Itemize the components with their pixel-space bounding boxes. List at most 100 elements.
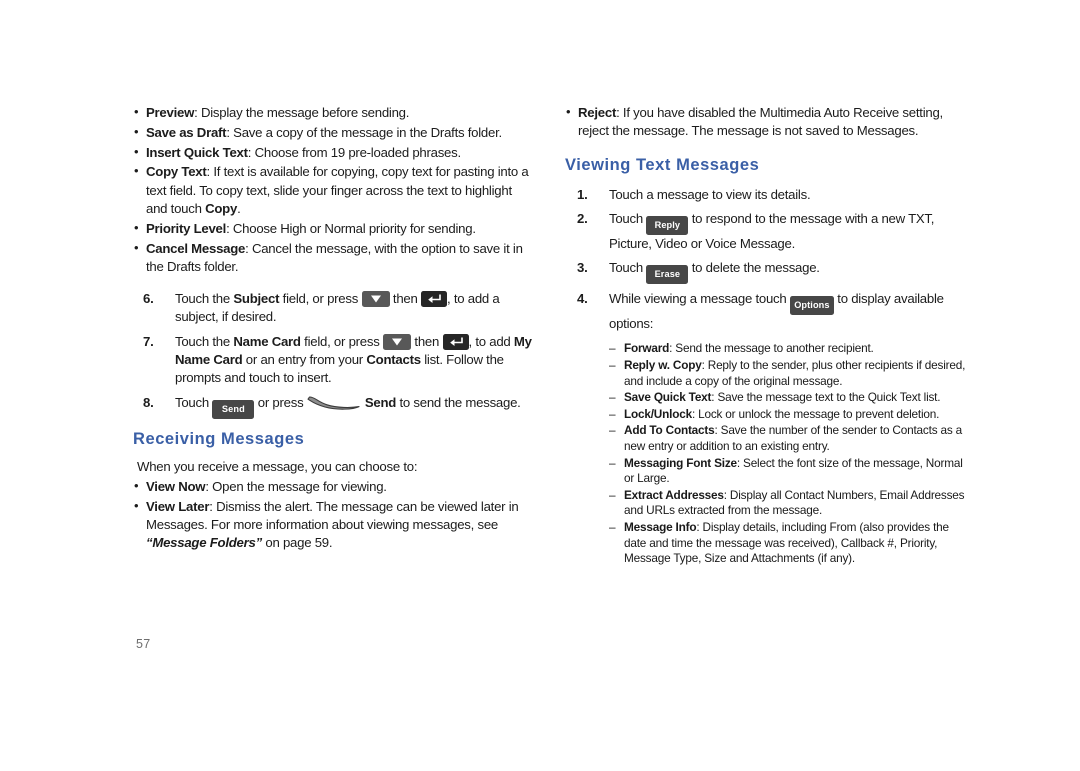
list-item-preview: Preview: Display the message before send… <box>133 103 533 122</box>
step-text: Touch <box>609 210 647 226</box>
list-item-view-later: View Later: Dismiss the alert. The messa… <box>133 497 533 553</box>
list-item-cancel-message: Cancel Message: Cancel the message, with… <box>133 239 533 277</box>
option-term: View Later <box>146 498 210 514</box>
step-text: Touch the <box>175 333 234 349</box>
step-6: 6. Touch the Subject field, or press the… <box>133 290 533 327</box>
separator: : <box>245 240 252 256</box>
compose-steps-list: 6. Touch the Subject field, or press the… <box>133 290 533 419</box>
option-term: Priority Level <box>146 220 227 236</box>
step-text: to delete the message. <box>688 260 820 276</box>
option-text: Save the message text to the Quick Text … <box>717 390 941 405</box>
separator: : <box>247 144 255 160</box>
separator: : <box>226 220 233 236</box>
option-term: Forward <box>624 341 670 356</box>
list-item-forward: Forward: Send the message to another rec… <box>609 341 970 357</box>
step-1: 1. Touch a message to view its details. <box>565 186 970 204</box>
option-term: Preview <box>146 105 195 120</box>
option-text: Choose High or Normal priority for sendi… <box>232 220 476 236</box>
step-text: Touch a message to view its details. <box>609 186 811 202</box>
option-term: Cancel Message <box>146 240 246 256</box>
option-term: Insert Quick Text <box>146 144 248 160</box>
send-button[interactable]: Send <box>212 399 255 419</box>
enter-key-icon <box>442 333 469 350</box>
page-number: 57 <box>136 637 151 651</box>
cross-reference-page: on page 59. <box>261 535 333 551</box>
option-term: Save as Draft <box>146 124 227 140</box>
option-text: Choose from 19 pre-loaded phrases. <box>254 144 462 160</box>
option-term: Copy Text <box>146 164 207 180</box>
list-item-reject: Reject: If you have disabled the Multime… <box>565 103 970 141</box>
erase-button[interactable]: Erase <box>646 265 689 285</box>
option-term: Reject <box>578 105 617 120</box>
step-number: 8. <box>143 394 154 410</box>
list-item-reply-w-copy: Reply w. Copy: Reply to the sender, plus… <box>609 358 970 389</box>
step-text: to send the message. <box>396 394 521 410</box>
option-text: Lock or unlock the message to prevent de… <box>698 406 940 421</box>
separator: : <box>616 105 623 120</box>
manual-page: Preview: Display the message before send… <box>0 0 1080 771</box>
step-text: then <box>389 291 421 307</box>
list-item-priority-level: Priority Level: Choose High or Normal pr… <box>133 219 533 238</box>
list-item-lock-unlock: Lock/Unlock: Lock or unlock the message … <box>609 407 970 423</box>
step-number: 3. <box>577 260 588 276</box>
step-number: 4. <box>577 291 588 307</box>
separator: : <box>194 105 201 120</box>
step-8: 8. Touch Send or press Send to send the … <box>133 394 533 419</box>
enter-key-icon <box>421 291 447 308</box>
navigation-down-key-icon <box>383 333 411 350</box>
ui-label-name-card: Name Card <box>233 333 301 349</box>
section-heading-receiving-messages: Receiving Messages <box>133 429 305 448</box>
left-column: Preview: Display the message before send… <box>133 103 533 554</box>
options-button[interactable]: Options <box>789 296 834 316</box>
list-item-add-to-contacts: Add To Contacts: Save the number of the … <box>609 423 970 454</box>
list-item-message-info: Message Info: Display details, including… <box>609 520 970 567</box>
list-item-save-quick-text: Save Quick Text: Save the message text t… <box>609 390 970 406</box>
list-item-messaging-font-size: Messaging Font Size: Select the font siz… <box>609 456 970 487</box>
section-heading-viewing-text-messages: Viewing Text Messages <box>565 155 760 174</box>
send-soft-key-icon <box>307 395 361 410</box>
ui-label-contacts: Contacts <box>366 352 421 368</box>
option-text: Open the message for viewing. <box>212 478 387 494</box>
ui-label-send: Send <box>364 394 397 410</box>
reply-button[interactable]: Reply <box>646 215 689 235</box>
step-text: Touch <box>609 260 647 276</box>
receiving-options-list: View Now: Open the message for viewing. … <box>133 477 533 553</box>
option-term: Extract Addresses <box>624 487 724 502</box>
step-number: 6. <box>143 291 154 307</box>
step-text: or an entry from your <box>242 352 367 368</box>
step-text: then <box>411 333 443 349</box>
step-number: 2. <box>577 210 588 226</box>
option-term-inline: Copy <box>205 200 238 216</box>
option-term: Message Info <box>624 520 697 535</box>
option-text: Display the message before sending. <box>200 105 410 120</box>
step-4: 4. While viewing a message touch Options… <box>565 290 970 333</box>
option-term: Lock/Unlock <box>624 406 692 421</box>
step-number: 7. <box>143 333 154 349</box>
step-text: field, or press <box>300 333 383 349</box>
step-text: or press <box>254 394 307 410</box>
option-text: Send the message to another recipient. <box>675 341 874 356</box>
list-item-insert-quick-text: Insert Quick Text: Choose from 19 pre-lo… <box>133 143 533 162</box>
list-item-copy-text: Copy Text: If text is available for copy… <box>133 162 533 218</box>
step-text: Touch the <box>175 291 234 307</box>
option-text: Save a copy of the message in the Drafts… <box>233 124 502 140</box>
reject-option-list: Reject: If you have disabled the Multime… <box>565 103 970 141</box>
option-term: View Now <box>146 478 206 494</box>
step-number: 1. <box>577 186 588 202</box>
list-item-extract-addresses: Extract Addresses: Display all Contact N… <box>609 488 970 519</box>
cross-reference-title: “Message Folders” <box>146 535 262 551</box>
step-text: , to add <box>468 333 514 349</box>
list-item-save-as-draft: Save as Draft: Save a copy of the messag… <box>133 123 533 142</box>
step-text: Touch <box>175 394 213 410</box>
step-2: 2. Touch Reply to respond to the message… <box>565 210 970 253</box>
step-3: 3. Touch Erase to delete the message. <box>565 259 970 285</box>
compose-options-list: Preview: Display the message before send… <box>133 103 533 277</box>
viewing-steps-list: 1. Touch a message to view its details. … <box>565 186 970 334</box>
right-column: Reject: If you have disabled the Multime… <box>565 103 970 568</box>
list-item-view-now: View Now: Open the message for viewing. <box>133 477 533 496</box>
option-term: Save Quick Text <box>624 390 712 405</box>
receiving-messages-intro: When you receive a message, you can choo… <box>137 458 418 474</box>
step-7: 7. Touch the Name Card field, or press t… <box>133 333 533 388</box>
option-text: If you have disabled the Multimedia Auto… <box>578 105 943 139</box>
step-text: field, or press <box>279 291 362 307</box>
